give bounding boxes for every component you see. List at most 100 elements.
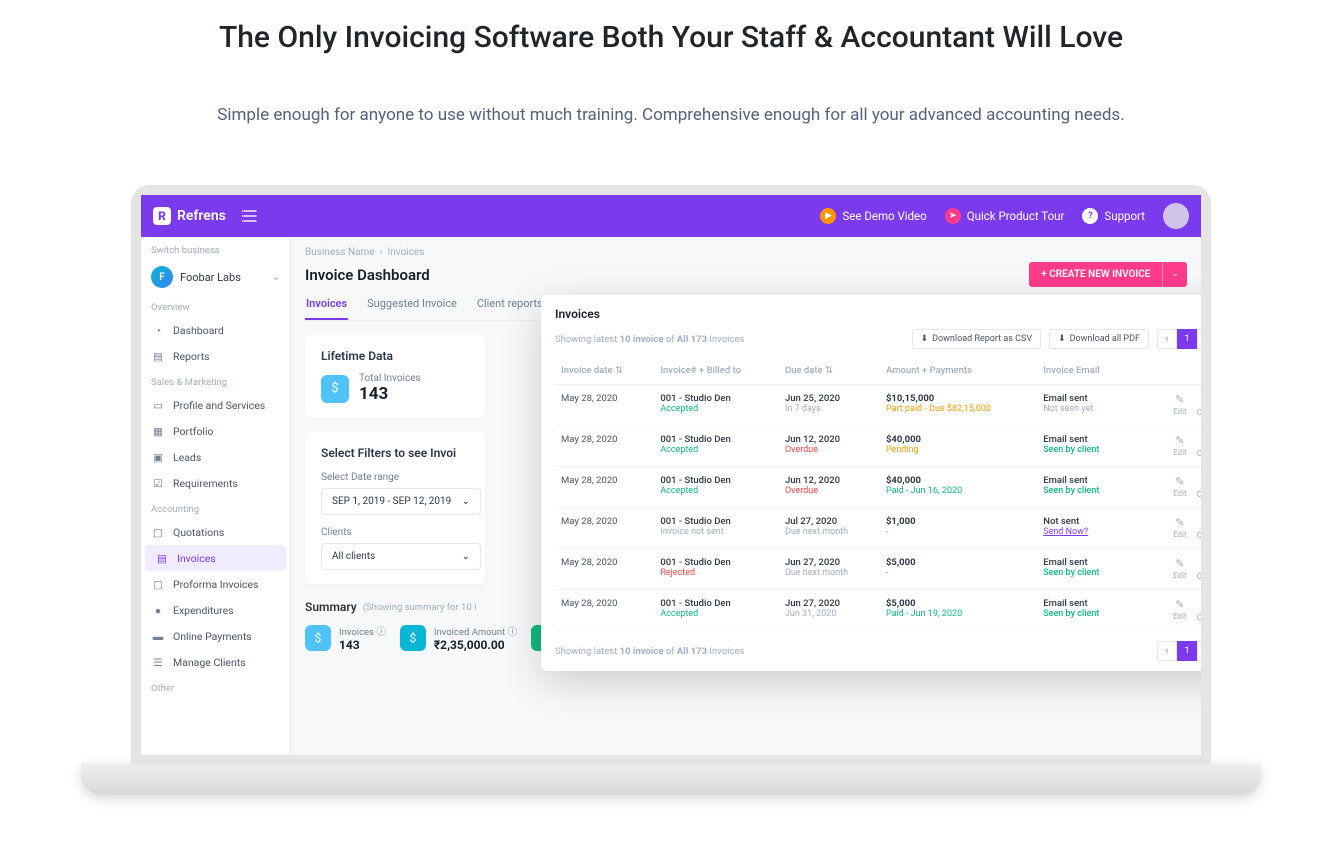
edit-button[interactable]: ✎Edit (1173, 434, 1187, 458)
pager-prev[interactable]: ‹ (1157, 329, 1177, 349)
business-name: Foobar Labs (180, 271, 241, 284)
topbar: R Refrens ▶ See Demo Video ➤ Quick Produ… (141, 195, 1201, 237)
cell-billed: 001 - Studio DenAccepted (654, 385, 779, 426)
pager-page-1[interactable]: 1 (1177, 329, 1197, 349)
summary-subtitle: (Showing summary for 10 i (363, 602, 477, 613)
checklist-icon: ☑ (151, 476, 165, 490)
copy-button[interactable]: ⧉Copy (1197, 434, 1201, 458)
sidebar-item-leads[interactable]: ▣Leads (141, 444, 290, 470)
copy-button[interactable]: ⧉Copy (1197, 598, 1201, 622)
table-row[interactable]: May 28, 2020 001 - Studio DenAccepted Ju… (555, 590, 1201, 631)
invoices-table: Invoice date ⇅ Invoice# + Billed to Due … (555, 357, 1201, 631)
brand-logo[interactable]: R Refrens (153, 207, 226, 225)
col-invoice-date[interactable]: Invoice date ⇅ (555, 357, 654, 385)
sidebar-item-manage-clients[interactable]: ☰Manage Clients (141, 649, 290, 675)
download-icon: ⬇ (1058, 334, 1066, 344)
cell-billed: 001 - Studio DenAccepted (654, 590, 779, 631)
pagination-bottom: ‹ 1 2 ⋯ 7 › (1157, 641, 1201, 661)
create-invoice-button[interactable]: + CREATE NEW INVOICE ⌄ (1029, 262, 1187, 287)
download-pdf-button[interactable]: ⬇Download all PDF (1049, 329, 1149, 349)
sidebar-item-online-payments[interactable]: ▬Online Payments (141, 623, 290, 649)
play-icon: ▶ (820, 208, 836, 224)
edit-button[interactable]: ✎Edit (1173, 557, 1187, 581)
id-card-icon: ▭ (151, 398, 165, 412)
cell-amount: $10,15,000Part paid - Due $82,15,000 (880, 385, 1037, 426)
sidebar-item-dashboard[interactable]: ◔Dashboard (141, 317, 290, 343)
col-due-date[interactable]: Due date ⇅ (779, 357, 880, 385)
chevron-down-icon: ⌄ (462, 551, 470, 562)
sidebar-item-quotations[interactable]: ▢Quotations (141, 519, 290, 545)
clients-select[interactable]: All clients⌄ (321, 543, 481, 570)
pager-prev[interactable]: ‹ (1157, 641, 1177, 661)
copy-button[interactable]: ⧉Copy (1197, 393, 1201, 417)
pencil-icon: ✎ (1175, 393, 1184, 406)
laptop-base (81, 763, 1261, 795)
invoices-table-popup: Invoices ⌃ Showing latest 10 invoice of … (541, 295, 1201, 671)
cell-due: Jun 25, 2020In 7 days (779, 385, 880, 426)
col-email[interactable]: Invoice Email (1037, 357, 1129, 385)
edit-button[interactable]: ✎Edit (1173, 516, 1187, 540)
sidebar-item-reports[interactable]: ▤Reports (141, 343, 290, 369)
col-billed-to[interactable]: Invoice# + Billed to (654, 357, 779, 385)
demo-video-link[interactable]: ▶ See Demo Video (820, 208, 926, 224)
sidebar-item-proforma[interactable]: ▢Proforma Invoices (141, 571, 290, 597)
product-tour-link[interactable]: ➤ Quick Product Tour (945, 208, 1065, 224)
support-link[interactable]: ? Support (1082, 208, 1145, 224)
sidebar-item-profile[interactable]: ▭Profile and Services (141, 392, 290, 418)
col-amount[interactable]: Amount + Payments (880, 357, 1037, 385)
cell-actions: ✎Edit ⧉Copy ✉Send ⋯More (1129, 385, 1201, 426)
sidebar-item-requirements[interactable]: ☑Requirements (141, 470, 290, 496)
business-switcher[interactable]: F Foobar Labs ⌄ (141, 260, 290, 294)
download-csv-button[interactable]: ⬇Download Report as CSV (912, 329, 1042, 349)
tab-client-reports[interactable]: Client reports (476, 297, 544, 320)
pager-page-2[interactable]: 2 (1197, 329, 1201, 349)
section-other: Other (141, 675, 290, 698)
sidebar-item-portfolio[interactable]: ▦Portfolio (141, 418, 290, 444)
edit-button[interactable]: ✎Edit (1173, 598, 1187, 622)
summary-card: $Invoiced Amount ⓘ₹2,35,000.00 (400, 624, 517, 652)
date-range-select[interactable]: SEP 1, 2019 - SEP 12, 2019⌄ (321, 488, 481, 515)
lifetime-data-card: Lifetime Data $ Total Invoices 143 (305, 335, 485, 418)
menu-toggle-icon[interactable] (242, 210, 258, 222)
user-avatar[interactable] (1163, 203, 1189, 229)
cell-amount: $40,000Paid - Jun 16, 2020 (880, 467, 1037, 508)
copy-button[interactable]: ⧉Copy (1197, 516, 1201, 540)
business-avatar-icon: F (151, 266, 173, 288)
stat-icon: $ (400, 625, 426, 651)
cell-email: Not sentSend Now? (1037, 508, 1129, 549)
copy-button[interactable]: ⧉Copy (1197, 475, 1201, 499)
sidebar-item-expenditures[interactable]: ●Expenditures (141, 597, 290, 623)
download-icon: ⬇ (921, 334, 929, 344)
cell-amount: $40,000Pending (880, 426, 1037, 467)
table-row[interactable]: May 28, 2020 001 - Studio DenAccepted Ju… (555, 467, 1201, 508)
invoice-icon: ▤ (155, 551, 169, 565)
cell-billed: 001 - Studio DenAccepted (654, 467, 779, 508)
create-invoice-dropdown[interactable]: ⌄ (1162, 262, 1187, 287)
table-row[interactable]: May 28, 2020 001 - Studio DenInvoice not… (555, 508, 1201, 549)
pager-page-1[interactable]: 1 (1177, 641, 1197, 661)
edit-button[interactable]: ✎Edit (1173, 393, 1187, 417)
hero-subtitle: Simple enough for anyone to use without … (0, 105, 1342, 125)
popup-title: Invoices (555, 307, 600, 321)
edit-button[interactable]: ✎Edit (1173, 475, 1187, 499)
cell-billed: 001 - Studio DenAccepted (654, 426, 779, 467)
summary-value: ₹2,35,000.00 (434, 638, 517, 652)
cursor-icon: ➤ (945, 208, 961, 224)
cell-amount: $5,000Paid - Jun 19, 2020 (880, 590, 1037, 631)
cell-due: Jun 27, 2020Due next month (779, 549, 880, 590)
sidebar-item-invoices[interactable]: ▤Invoices (145, 545, 286, 571)
pencil-icon: ✎ (1175, 475, 1184, 488)
pencil-icon: ✎ (1175, 557, 1184, 570)
breadcrumb: Business Name › Invoices (305, 247, 1187, 258)
tab-suggested[interactable]: Suggested Invoice (366, 297, 458, 320)
clients-label: Clients (321, 527, 469, 538)
cell-date: May 28, 2020 (555, 590, 654, 631)
cell-due: Jul 27, 2020Due next month (779, 508, 880, 549)
table-row[interactable]: May 28, 2020 001 - Studio DenAccepted Ju… (555, 426, 1201, 467)
tab-invoices[interactable]: Invoices (305, 297, 348, 320)
copy-button[interactable]: ⧉Copy (1197, 557, 1201, 581)
pager-page-2[interactable]: 2 (1197, 641, 1201, 661)
table-row[interactable]: May 28, 2020 001 - Studio DenAccepted Ju… (555, 385, 1201, 426)
cell-email: Email sentSeen by client (1037, 426, 1129, 467)
table-row[interactable]: May 28, 2020 001 - Studio DenRejected Ju… (555, 549, 1201, 590)
